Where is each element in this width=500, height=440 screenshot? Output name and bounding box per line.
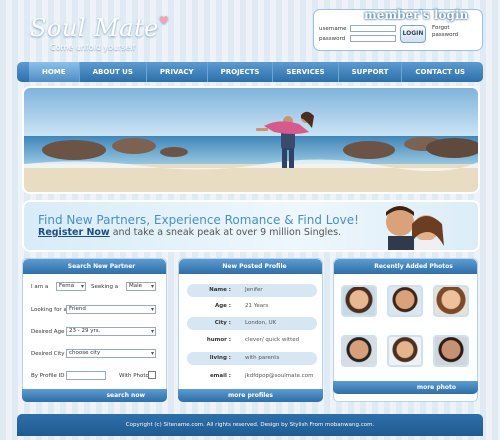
gender-select[interactable]: Fema (56, 282, 86, 291)
looking-for-label: Looking for a (31, 307, 67, 313)
seeking-select[interactable]: Male (126, 282, 156, 291)
heart-icon: ♥ (158, 14, 170, 27)
main-nav: HOME ABOUT US PRIVACY PROJECTS SERVICES … (17, 62, 483, 82)
desired-age-label: Desired Age (31, 329, 65, 335)
desired-city-select[interactable]: choose city (66, 349, 156, 358)
photo-thumbnail[interactable] (341, 335, 377, 367)
nav-item-about-us[interactable]: ABOUT US (80, 62, 147, 82)
nav-item-projects[interactable]: PROJECTS (208, 62, 274, 82)
search-panel-header: Search New Partner (23, 259, 166, 274)
forgot-password-link[interactable]: Forgot password (432, 25, 462, 39)
photo-thumbnail[interactable] (433, 285, 469, 317)
photo-thumbnail[interactable] (387, 335, 423, 367)
profile-row: Name : Jenifer (187, 284, 317, 297)
photos-panel: Recently Added Photos more photo (333, 258, 478, 402)
nav-item-support[interactable]: SUPPORT (339, 62, 403, 82)
profile-row: Age :21 Years (214, 303, 269, 309)
nav-item-privacy[interactable]: PRIVACY (147, 62, 208, 82)
beach-couple-photo (24, 88, 478, 192)
profile-row: email : jkdfdpop@soulmate.com (209, 373, 314, 379)
smiling-couple-photo (386, 206, 444, 250)
i-am-label: I am a (31, 284, 49, 290)
more-photo-button[interactable]: more photo (333, 381, 478, 394)
desired-age-select[interactable]: 23 - 29 yrs. (66, 327, 156, 336)
profile-panel: New Posted Profile Name : Jenifer Age :21… (178, 258, 323, 402)
looking-for-select[interactable]: Friend (66, 305, 156, 314)
photo-thumbnail[interactable] (341, 285, 377, 317)
banner-subline: Register Now and take a sneak peak at ov… (38, 227, 342, 238)
seeking-label: Seeking a (91, 284, 119, 290)
desired-city-label: Desired City (31, 351, 65, 357)
profile-row: living : with parents (187, 352, 317, 365)
nav-item-home[interactable]: HOME (29, 62, 80, 82)
username-label: username (319, 26, 347, 32)
login-button[interactable]: LOGIN (400, 25, 426, 43)
photos-panel-header: Recently Added Photos (334, 259, 477, 274)
profile-row: humor : clever/ quick witted (206, 337, 300, 343)
profile-row: City : London, UK (187, 317, 317, 330)
register-now-link[interactable]: Register Now (38, 227, 110, 238)
nav-item-contact-us[interactable]: CONTACT US (402, 62, 478, 82)
login-title: member's login (364, 8, 469, 22)
password-label: password (319, 36, 346, 42)
site-footer: Copyright (c) Sitename.com. All rights r… (17, 414, 483, 436)
password-input[interactable] (350, 35, 396, 42)
site-logo[interactable]: Soul Mate♥ (30, 14, 169, 42)
site-tagline: Come unfold yourself (50, 43, 136, 52)
with-photo-label: With Photo (119, 373, 149, 379)
photo-thumbnail[interactable] (387, 285, 423, 317)
more-profiles-button[interactable]: more profiles (178, 389, 323, 402)
profile-id-input[interactable] (66, 371, 106, 380)
photo-thumbnail[interactable] (433, 335, 469, 367)
search-now-button[interactable]: search now (22, 389, 167, 402)
hero-image (22, 86, 480, 194)
search-panel: Search New Partner I am a Fema Seeking a… (22, 258, 167, 402)
with-photo-checkbox[interactable] (148, 371, 156, 379)
profile-id-label: By Profile ID (31, 373, 65, 379)
profile-panel-header: New Posted Profile (179, 259, 322, 274)
banner-headline: Find New Partners, Experience Romance & … (38, 213, 359, 227)
nav-item-services[interactable]: SERVICES (273, 62, 339, 82)
username-input[interactable] (350, 25, 396, 32)
